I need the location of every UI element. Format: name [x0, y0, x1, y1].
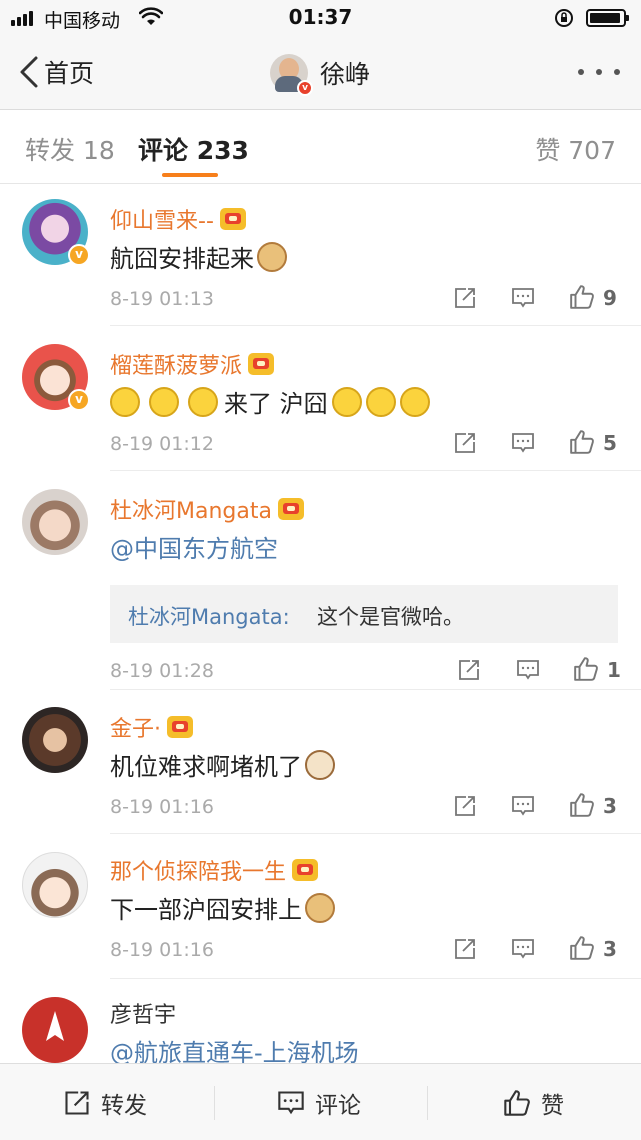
comment-icon[interactable] — [511, 794, 535, 818]
repost-icon[interactable] — [453, 286, 477, 310]
divider — [110, 470, 641, 471]
comment-label: 评论 — [315, 1093, 361, 1119]
back-chevron-icon — [20, 56, 38, 88]
repost-icon[interactable] — [453, 937, 477, 961]
tab-repost[interactable]: 转发 18 — [25, 131, 115, 167]
glasses-emoji-icon — [365, 386, 396, 417]
divider — [214, 1086, 215, 1120]
comment-text: 来了 沪囧 — [110, 384, 430, 419]
comment-icon[interactable] — [511, 286, 535, 310]
comment-icon[interactable] — [516, 658, 540, 682]
reply-text: 这个是官微哈。 — [317, 605, 464, 629]
tab-bar: 转发 18 评论 233 赞 707 — [0, 111, 641, 184]
crown-badge-icon — [292, 859, 319, 881]
avatar[interactable]: v — [22, 344, 90, 411]
username[interactable]: 那个侦探陪我一生 — [110, 854, 319, 886]
like-count: 3 — [603, 794, 617, 818]
like-icon[interactable] — [569, 284, 595, 310]
verified-badge-icon: v — [68, 244, 90, 266]
verified-badge-icon: v — [68, 389, 90, 411]
mention-link[interactable]: @中国东方航空 — [110, 529, 278, 564]
divider — [110, 833, 641, 834]
verified-badge-icon: v — [297, 80, 313, 96]
like-icon[interactable] — [573, 656, 599, 682]
username[interactable]: 杜冰河Mangata — [110, 493, 304, 525]
doge-emoji-icon — [257, 241, 287, 272]
like-button[interactable]: 赞 — [503, 1088, 564, 1119]
cat-emoji-icon — [305, 749, 335, 780]
like-icon[interactable] — [569, 792, 595, 818]
tab-like[interactable]: 赞 707 — [535, 131, 616, 167]
avatar[interactable] — [22, 852, 88, 918]
avatar[interactable] — [22, 707, 88, 773]
battery-icon — [586, 9, 629, 27]
repost-icon — [65, 1091, 89, 1115]
crown-badge-icon — [277, 498, 304, 520]
avatar: v — [270, 54, 313, 96]
like-icon — [504, 1090, 530, 1116]
comment-icon[interactable] — [511, 431, 535, 455]
nav-title[interactable]: v 徐峥 — [270, 54, 371, 96]
comment-icon — [278, 1091, 304, 1115]
laugh-cry-emoji-icon — [188, 386, 218, 417]
username[interactable]: 榴莲酥菠萝派 — [110, 348, 275, 380]
like-icon[interactable] — [569, 935, 595, 961]
divider — [110, 978, 641, 979]
bottom-action-bar: 转发 评论 赞 — [0, 1063, 641, 1140]
repost-icon[interactable] — [453, 794, 477, 818]
comment-time: 8-19 01:16 — [110, 796, 214, 818]
crown-badge-icon — [219, 208, 246, 230]
crown-badge-icon — [248, 353, 275, 375]
repost-icon[interactable] — [453, 431, 477, 455]
comment-text: 航囧安排起来 — [110, 239, 287, 274]
glasses-emoji-icon — [331, 386, 362, 417]
comment-button[interactable]: 评论 — [277, 1088, 361, 1119]
comment-text: 机位难求啊堵机了 — [110, 747, 335, 782]
active-tab-indicator — [162, 173, 218, 177]
nav-bar: 首页 v 徐峥 — [0, 36, 641, 110]
comment-text: 下一部沪囧安排上 — [110, 890, 335, 925]
avatar[interactable]: v — [22, 199, 90, 266]
avatar[interactable] — [22, 997, 88, 1063]
laugh-cry-emoji-icon — [110, 386, 140, 417]
rocket-logo-icon — [46, 1011, 64, 1041]
clock: 01:37 — [288, 5, 353, 29]
comment-time: 8-19 01:13 — [110, 288, 214, 310]
doge-emoji-icon — [305, 892, 335, 923]
crown-badge-icon — [167, 716, 193, 738]
comment-time: 8-19 01:28 — [110, 660, 214, 682]
comment-time: 8-19 01:12 — [110, 433, 214, 455]
comment-icon[interactable] — [511, 937, 535, 961]
laugh-cry-emoji-icon — [149, 386, 179, 417]
glasses-emoji-icon — [399, 386, 430, 417]
repost-label: 转发 — [101, 1093, 147, 1119]
rotation-lock-icon — [555, 9, 573, 27]
page-title: 徐峥 — [320, 60, 371, 89]
avatar[interactable] — [22, 489, 88, 555]
like-count: 9 — [603, 286, 617, 310]
comment-time: 8-19 01:16 — [110, 939, 214, 961]
divider — [110, 325, 641, 326]
username[interactable]: 彦哲宇 — [110, 997, 176, 1029]
more-icon[interactable] — [578, 69, 620, 77]
username[interactable]: 金子· — [110, 711, 193, 743]
back-button[interactable]: 首页 — [18, 52, 94, 92]
repost-button[interactable]: 转发 — [63, 1088, 147, 1119]
like-label: 赞 — [541, 1093, 564, 1119]
status-bar: 中国移动 01:37 — [0, 0, 641, 36]
divider — [110, 689, 641, 690]
username[interactable]: 仰山雪来-- — [110, 203, 246, 235]
tab-comment[interactable]: 评论 233 — [138, 131, 249, 167]
like-icon[interactable] — [569, 429, 595, 455]
like-count: 3 — [603, 937, 617, 961]
back-label: 首页 — [44, 59, 95, 88]
reply-username[interactable]: 杜冰河Mangata: — [128, 601, 290, 631]
like-count: 1 — [607, 658, 621, 682]
divider — [427, 1086, 428, 1120]
repost-icon[interactable] — [457, 658, 481, 682]
like-count: 5 — [603, 431, 617, 455]
reply-box[interactable]: 杜冰河Mangata: 这个是官微哈。 — [110, 585, 618, 643]
